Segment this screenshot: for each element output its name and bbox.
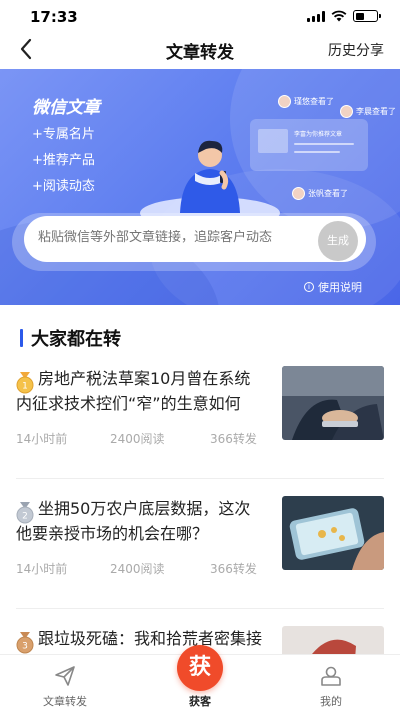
article-time: 14小时前 [16, 562, 68, 576]
article-reads: 2400阅读 [110, 562, 165, 576]
section-accent-bar [20, 329, 23, 347]
viewer-badge: 李晨查看了 [340, 105, 396, 118]
avatar [340, 105, 353, 118]
tab-label: 文章转发 [43, 695, 87, 708]
article-link-input[interactable] [38, 230, 308, 245]
signal-icon [307, 10, 325, 22]
divider [16, 608, 384, 609]
section-title: 大家都在转 [31, 329, 121, 350]
generate-button[interactable]: 生成 [318, 221, 358, 261]
article-shares: 366转发 [210, 432, 257, 446]
section-header: 大家都在转 [20, 325, 121, 351]
article-title: 坐拥50万农户底层数据，这次他要亲授市场的机会在哪？ [16, 499, 251, 543]
send-icon [55, 666, 75, 686]
tab-acquire-label: 获客 [189, 695, 211, 708]
wifi-icon [331, 10, 347, 22]
tab-label: 我的 [320, 695, 342, 708]
viewer-text: 张帆查看了 [308, 189, 348, 198]
article-thumbnail [282, 496, 384, 570]
feature-title: 微信文章 [32, 98, 100, 118]
article-thumbnail [282, 366, 384, 440]
viewer-text: 瑾悠查看了 [294, 97, 334, 106]
usage-guide-link[interactable]: i 使用说明 [304, 279, 362, 295]
battery-icon [353, 10, 381, 22]
tab-acquire-button[interactable]: 获 [177, 645, 223, 691]
article-title: 跟垃圾死磕：我和拾荒者密集接触的这些年 [38, 629, 262, 648]
avatar [292, 187, 305, 200]
info-icon: i [304, 282, 314, 292]
avatar [278, 95, 291, 108]
article-item[interactable]: 2 坐拥50万农户底层数据，这次他要亲授市场的机会在哪？ 14小时前 2400阅… [0, 496, 400, 614]
usage-label: 使用说明 [318, 281, 362, 294]
article-title: 房地产税法草案10月曾在系统内征求技术控们“窄”的生意如何 [16, 369, 251, 413]
status-icons [307, 10, 381, 22]
status-bar: 17:33 [0, 0, 400, 34]
status-time: 17:33 [30, 8, 78, 26]
article-reads: 2400阅读 [110, 432, 165, 446]
viewer-text: 李晨查看了 [356, 107, 396, 116]
feature-item: +专属名片 [32, 127, 95, 142]
back-button[interactable] [14, 36, 40, 62]
person-illustration [140, 140, 280, 221]
tab-mine[interactable]: 我的 [286, 655, 376, 711]
chevron-left-icon [20, 38, 32, 60]
tab-article-forward[interactable]: 文章转发 [20, 655, 110, 711]
article-time: 14小时前 [16, 432, 68, 446]
history-share-button[interactable]: 历史分享 [328, 40, 384, 60]
nav-bar: 文章转发 历史分享 [0, 34, 400, 68]
card-mock-text: 李富为你推荐文章 [294, 131, 343, 138]
feature-item: +阅读动态 [32, 179, 95, 194]
hero-banner: 微信文章 +专属名片 +推荐产品 +阅读动态 李富为你推荐文章 瑾悠查看了 李晨… [0, 69, 400, 305]
viewer-badge: 瑾悠查看了 [278, 95, 334, 108]
article-item[interactable]: 1 房地产税法草案10月曾在系统内征求技术控们“窄”的生意如何 14小时前 24… [0, 366, 400, 484]
user-icon [321, 666, 341, 686]
article-thumbnail [282, 626, 384, 654]
divider [16, 478, 384, 479]
article-shares: 366转发 [210, 562, 257, 576]
feature-item: +推荐产品 [32, 153, 95, 168]
viewer-badge: 张帆查看了 [292, 187, 348, 200]
